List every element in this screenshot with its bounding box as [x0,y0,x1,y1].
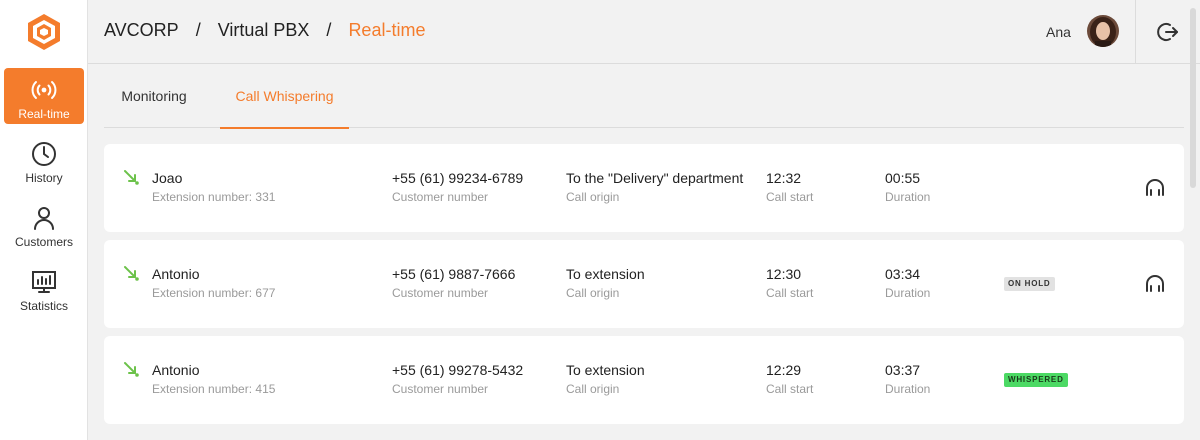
duration-column: 03:34 Duration [885,266,930,300]
call-duration: 03:34 [885,266,921,282]
top-header: AVCORP / Virtual PBX / Real-time Ana [88,0,1200,64]
extension-number: Extension number: 331 [152,190,276,204]
call-start-column: 12:30 Call start [766,266,813,300]
call-origin: To extension [566,362,645,378]
sidebar-item-history[interactable]: History [4,132,84,188]
tab-bar: Monitoring Call Whispering [104,64,1184,129]
agent-column: Antonio Extension number: 677 [152,266,275,300]
customer-number-column: +55 (61) 9887-7666 Customer number [392,266,515,300]
call-origin-label: Call origin [566,382,620,396]
call-origin-label: Call origin [566,190,620,204]
headphones-icon[interactable] [1144,273,1166,293]
broadcast-icon [30,76,58,104]
status-badge-whispered: WHISPERED [1004,373,1068,387]
chart-monitor-icon [30,268,58,296]
agent-name: Antonio [152,362,200,378]
agent-name: Joao [152,170,183,186]
duration-column: 00:55 Duration [885,170,930,204]
duration-label: Duration [885,190,931,204]
breadcrumb-separator: / [195,20,201,40]
tab-monitoring[interactable]: Monitoring [104,64,204,128]
user-icon [30,204,58,232]
agent-column: Antonio Extension number: 415 [152,362,275,396]
call-origin: To the "Delivery" department [566,170,744,186]
incoming-call-icon [122,360,140,378]
sidebar-item-real-time[interactable]: Real-time [4,68,84,124]
call-origin-label: Call origin [566,286,620,300]
status-badge-on-hold: ON HOLD [1004,277,1055,291]
customer-number: +55 (61) 99234-6789 [392,170,524,186]
call-origin-column: To extension Call origin [566,266,645,300]
customer-number-label: Customer number [392,286,489,300]
call-start-label: Call start [766,382,814,396]
sidebar-item-label: History [25,171,63,185]
call-start-column: 12:32 Call start [766,170,813,204]
sidebar-item-label: Statistics [19,299,68,313]
call-start: 12:30 [766,266,802,282]
duration-label: Duration [885,382,931,396]
call-origin-column: To extension Call origin [566,362,645,396]
headphones-icon[interactable] [1144,177,1166,197]
breadcrumb: AVCORP / Virtual PBX / Real-time [104,20,425,41]
call-card: Joao Extension number: 331 +55 (61) 9923… [104,144,1184,232]
scrollbar-thumb[interactable] [1190,8,1196,188]
tab-call-whispering[interactable]: Call Whispering [220,64,349,129]
call-origin-column: To the "Delivery" department Call origin [566,170,743,204]
agent-column: Joao Extension number: 331 [152,170,275,204]
sidebar-item-label: Customers [14,235,73,249]
breadcrumb-current: Real-time [348,20,426,40]
duration-label: Duration [885,286,931,300]
extension-number: Extension number: 415 [152,382,276,396]
call-card: Antonio Extension number: 677 +55 (61) 9… [104,240,1184,328]
sidebar-item-label: Real-time [18,107,70,121]
call-start-column: 12:29 Call start [766,362,813,396]
breadcrumb-item[interactable]: AVCORP [104,20,179,41]
duration-column: 03:37 Duration [885,362,930,396]
incoming-call-icon [122,168,140,186]
avcorp-logo[interactable] [24,12,64,52]
agent-name: Antonio [152,266,200,282]
call-duration: 00:55 [885,170,921,186]
breadcrumb-separator: / [326,20,332,40]
user-name[interactable]: Ana [1046,24,1071,40]
breadcrumb-item[interactable]: Virtual PBX [218,20,310,41]
customer-number-label: Customer number [392,382,489,396]
call-origin: To extension [566,266,645,282]
customer-number: +55 (61) 9887-7666 [392,266,516,282]
call-duration: 03:37 [885,362,921,378]
call-start: 12:29 [766,362,802,378]
sidebar-item-statistics[interactable]: Statistics [4,260,84,316]
avatar[interactable] [1087,15,1119,47]
customer-number-column: +55 (61) 99234-6789 Customer number [392,170,523,204]
customer-number-column: +55 (61) 99278-5432 Customer number [392,362,523,396]
call-start: 12:32 [766,170,802,186]
call-start-label: Call start [766,286,814,300]
clock-icon [30,140,58,168]
call-card: Antonio Extension number: 415 +55 (61) 9… [104,336,1184,424]
header-divider [1135,0,1136,64]
sidebar: Real-time History Customers Statistics [0,0,88,440]
sidebar-item-customers[interactable]: Customers [4,196,84,252]
extension-number: Extension number: 677 [152,286,276,300]
customer-number: +55 (61) 99278-5432 [392,362,524,378]
call-start-label: Call start [766,190,814,204]
incoming-call-icon [122,264,140,282]
customer-number-label: Customer number [392,190,489,204]
logout-icon[interactable] [1156,20,1180,44]
